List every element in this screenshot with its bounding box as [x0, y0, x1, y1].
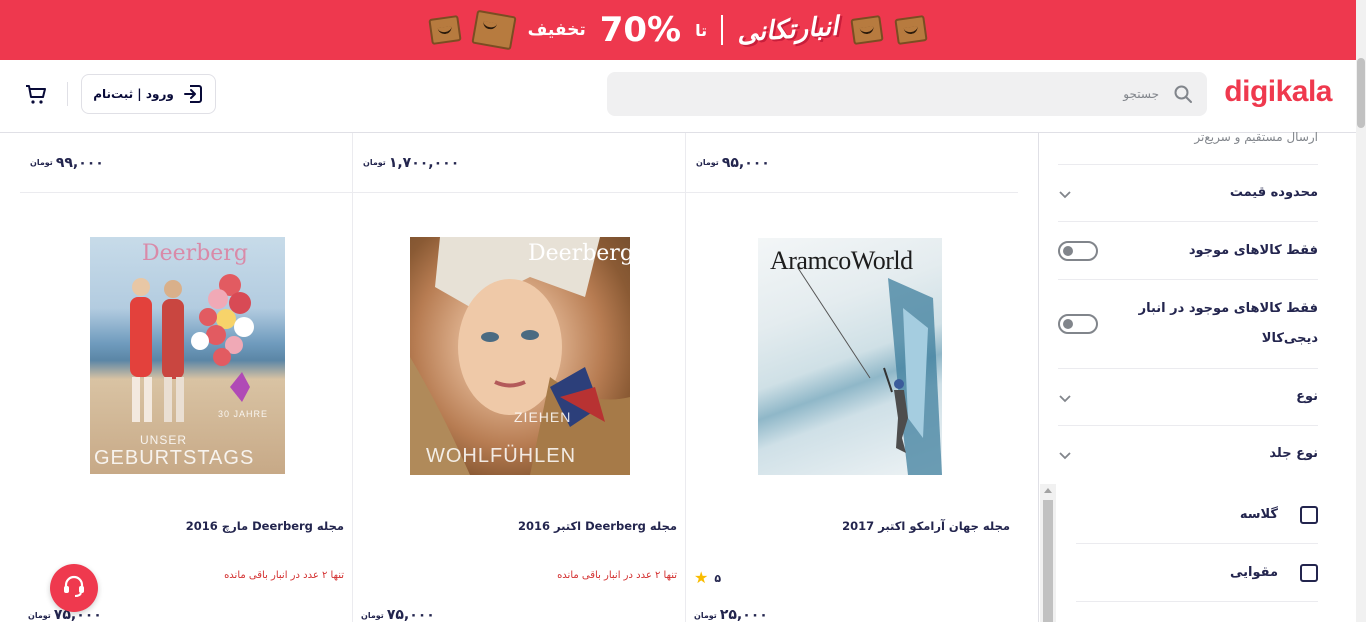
filter-type[interactable]: نوع: [1058, 369, 1318, 426]
product-title[interactable]: مجله جهان آرامکو اکتبر 2017: [842, 519, 1010, 533]
product-price: تومان ۹۹,۰۰۰: [30, 154, 104, 171]
product-title[interactable]: مجله Deerberg مارچ 2016: [186, 519, 344, 533]
search-icon: [1173, 84, 1193, 104]
stock-warning: تنها ۲ عدد در انبار باقی مانده: [224, 570, 344, 581]
binding-option-label: مقوایی: [1229, 565, 1278, 580]
support-button[interactable]: [50, 564, 98, 612]
previous-row-price: تومان ۱,۷۰۰,۰۰۰: [353, 133, 685, 193]
filter-price-range-label: محدوده قیمت: [1229, 185, 1318, 200]
toman-label: تومان: [28, 610, 51, 620]
product-price: تومان ۱,۷۰۰,۰۰۰: [363, 154, 460, 171]
product-card[interactable]: AramcoWorld مجله جهان آرامکو اکتبر 2017 …: [686, 193, 1018, 622]
filter-binding-type[interactable]: نوع جلد: [1058, 426, 1318, 482]
product-image[interactable]: Deerberg ZIEHEN WOHLFÜHLEN: [410, 237, 630, 475]
box-icon: [850, 15, 885, 45]
only-available-toggle[interactable]: [1058, 240, 1098, 261]
binding-option-glossy[interactable]: گلاسه: [1076, 486, 1318, 544]
product-title[interactable]: مجله Deerberg اکتبر 2016: [518, 519, 677, 533]
filter-binding-type-label: نوع جلد: [1269, 446, 1318, 461]
rating-value: ۵: [714, 571, 722, 585]
product-price: تومان ۲۵,۰۰۰: [694, 607, 768, 622]
banner-discount: تخفیف: [527, 20, 586, 40]
search-bar[interactable]: [607, 72, 1207, 116]
promo-banner[interactable]: انبارتکانی تا 70% تخفیف: [0, 0, 1356, 60]
filter-only-warehouse-label: فقط کالاهای موجود در انبار دیجی‌کالا: [1138, 301, 1318, 346]
box-icon: [427, 15, 462, 45]
chevron-down-icon: [1058, 390, 1072, 404]
banner-upto: تا: [695, 20, 708, 40]
page-scrollbar[interactable]: [1356, 0, 1366, 622]
filter-shipping-label: ارسال مستقیم و سریع‌تر: [1194, 130, 1318, 144]
product-image[interactable]: Deerberg 30 JAHRE UNSER GEBURTSTAGS: [90, 237, 285, 474]
digikala-logo[interactable]: digikala: [1224, 75, 1332, 109]
banner-brand: انبارتکانی: [736, 11, 840, 49]
checkbox[interactable]: [1300, 563, 1318, 582]
site-header: digikala ورود | ثبت‌نام: [0, 60, 1356, 133]
banner-divider: [721, 15, 724, 45]
product-price: تومان ۹۵,۰۰۰: [696, 154, 770, 171]
filter-type-label: نوع: [1296, 389, 1318, 404]
sidebar-scrollbar-thumb[interactable]: [1043, 500, 1053, 622]
product-price: تومان ۷۵,۰۰۰: [361, 607, 435, 622]
headset-icon: [61, 573, 87, 603]
filter-only-available[interactable]: فقط کالاهای موجود: [1058, 222, 1318, 280]
previous-row-price: تومان ۹۹,۰۰۰: [20, 133, 352, 193]
only-warehouse-toggle[interactable]: [1058, 314, 1098, 334]
product-image[interactable]: AramcoWorld: [758, 238, 942, 475]
binding-option-cardboard[interactable]: مقوایی: [1076, 544, 1318, 602]
search-input[interactable]: [659, 87, 1159, 101]
box-icon: [471, 9, 517, 51]
page-scrollbar-thumb[interactable]: [1357, 58, 1365, 128]
checkbox[interactable]: [1300, 505, 1318, 524]
toman-label: تومان: [696, 158, 719, 167]
stock-warning: تنها ۲ عدد در انبار باقی مانده: [557, 570, 677, 581]
filter-shipping: ارسال مستقیم و سریع‌تر: [1058, 130, 1318, 165]
magazine-cover-art: [130, 274, 254, 422]
chevron-down-icon: [1058, 186, 1072, 200]
chevron-down-icon: [1058, 447, 1072, 461]
product-card[interactable]: Deerberg 30 JAHRE UNSER GEBURTSTAGS مجله…: [20, 193, 352, 622]
sidebar-scrollbar[interactable]: [1040, 484, 1056, 622]
login-icon: [182, 83, 204, 105]
previous-row-price: تومان ۹۵,۰۰۰: [686, 133, 1018, 193]
cart-icon[interactable]: [24, 82, 48, 106]
scroll-up-icon[interactable]: [1044, 488, 1052, 493]
filter-only-warehouse[interactable]: فقط کالاهای موجود در انبار دیجی‌کالا: [1058, 280, 1318, 369]
product-rating: ★ ۵: [694, 570, 721, 586]
product-card[interactable]: Deerberg ZIEHEN WOHLFÜHLEN مجله Deerberg…: [353, 193, 685, 622]
filter-price-range[interactable]: محدوده قیمت: [1058, 165, 1318, 222]
toman-label: تومان: [30, 158, 53, 167]
toman-label: تومان: [363, 158, 386, 167]
header-divider: [67, 82, 68, 106]
login-label: ورود | ثبت‌نام: [93, 87, 174, 101]
binding-option-label: گلاسه: [1239, 507, 1278, 522]
star-icon: ★: [694, 568, 709, 587]
banner-percent: 70%: [599, 10, 682, 50]
toman-label: تومان: [361, 610, 384, 620]
box-icon: [894, 15, 929, 45]
filter-only-available-label: فقط کالاهای موجود: [1188, 242, 1318, 258]
login-button[interactable]: ورود | ثبت‌نام: [81, 74, 216, 114]
magazine-cover-art: [410, 237, 630, 475]
toman-label: تومان: [694, 610, 717, 620]
product-grid: تومان ۹۹,۰۰۰ تومان ۱,۷۰۰,۰۰۰ تومان ۹۵,۰۰…: [20, 133, 1018, 622]
